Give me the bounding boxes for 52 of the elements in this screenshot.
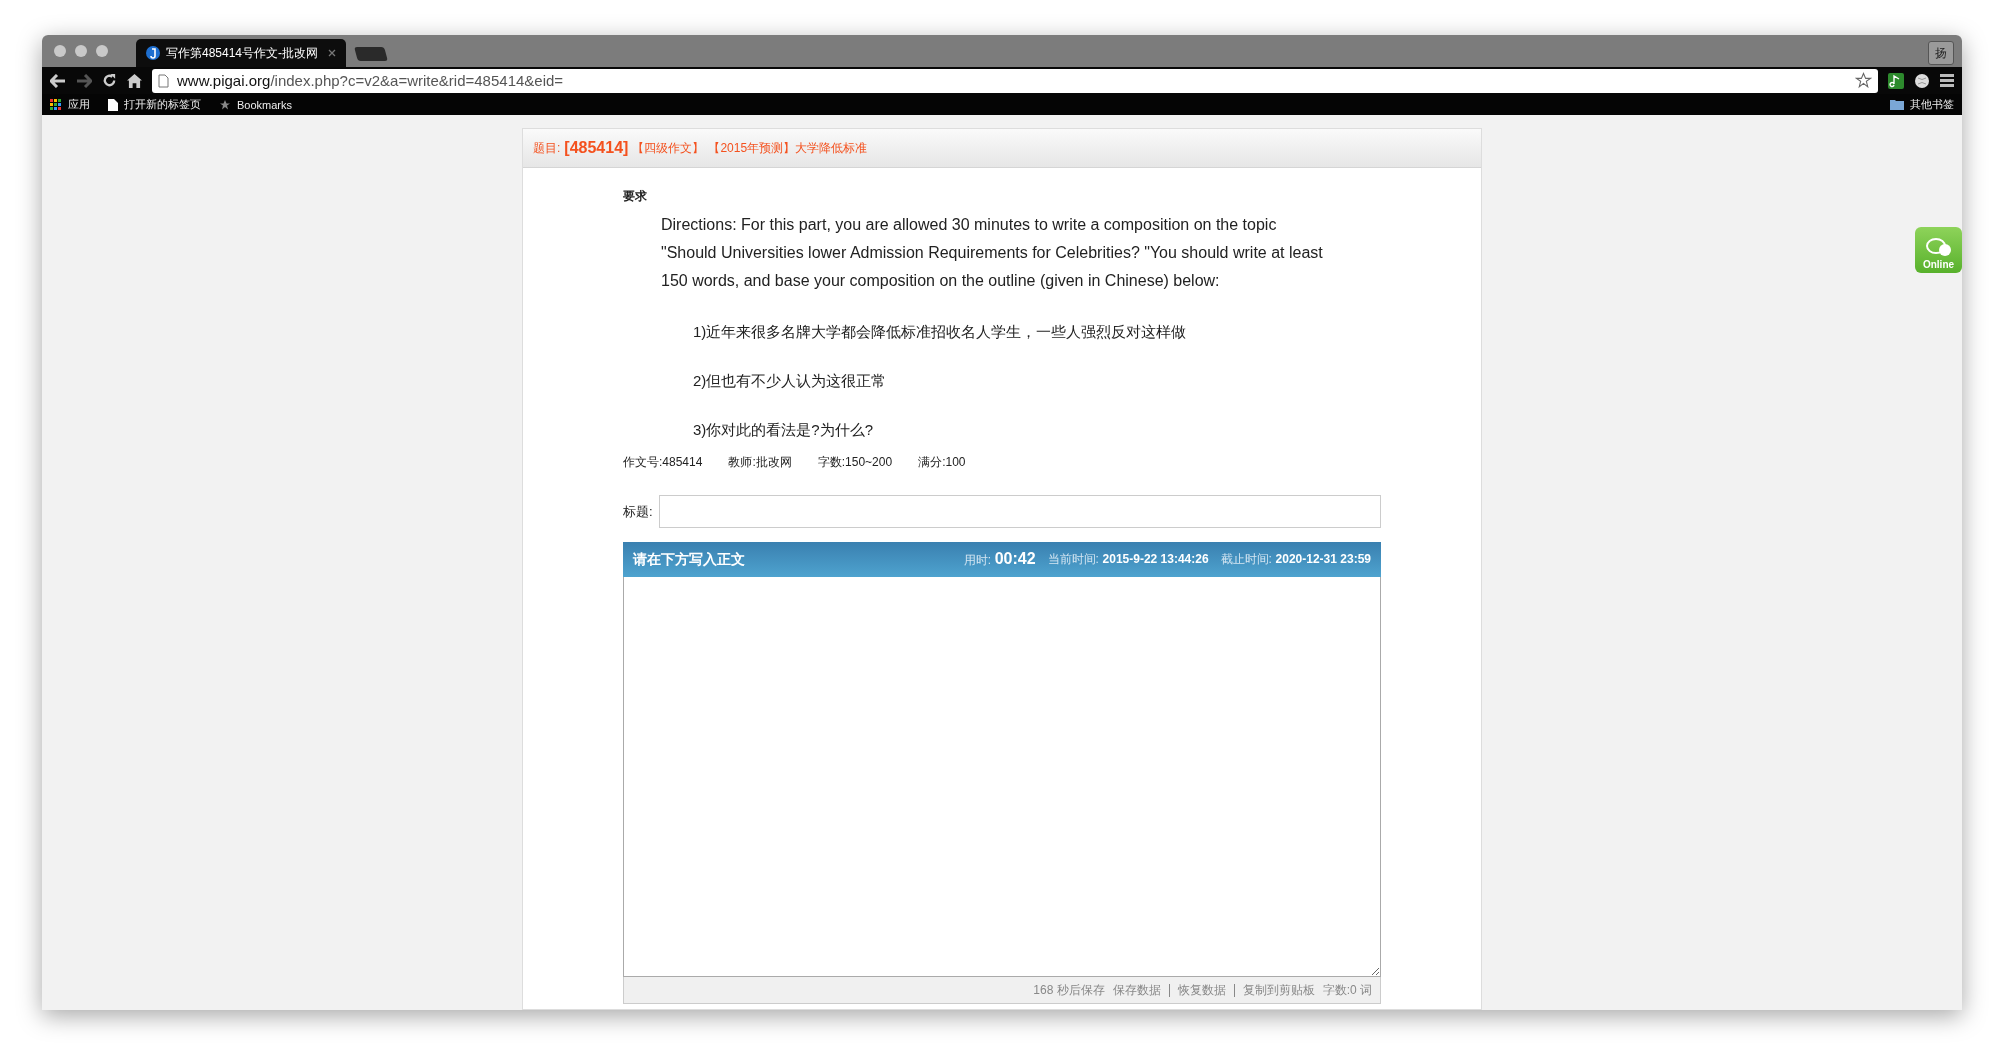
word-count: 字数:0 词 — [1322, 981, 1372, 999]
menu-icon[interactable] — [1940, 74, 1954, 88]
url-text: www.pigai.org/index.php?c=v2&a=write&rid=485414&eid= — [177, 72, 564, 90]
title-field[interactable] — [658, 495, 1381, 528]
back-icon[interactable] — [50, 73, 66, 88]
zoom-button[interactable] — [96, 45, 108, 58]
bookmark-item[interactable]: 打开新的标签页 — [108, 97, 201, 113]
input-method-button[interactable]: 扬 — [1928, 41, 1954, 65]
page-icon — [108, 98, 118, 111]
outline-item: 2)但也有不少人认为这很正常 — [693, 372, 888, 391]
current-time: 2015-9-22 13:44:26 — [1102, 552, 1209, 566]
close-tab-icon[interactable] — [328, 49, 336, 58]
current-time-label: 当前时间: — [1047, 552, 1099, 566]
star-icon — [219, 98, 231, 111]
bookmark-folder[interactable]: 其他书签 — [1890, 97, 1954, 113]
reload-icon[interactable] — [102, 73, 117, 89]
home-icon[interactable] — [127, 73, 142, 88]
editor-heading: 请在下方写入正文 — [633, 550, 745, 569]
outline-item: 1)近年来很多名牌大学都会降低标准招收名人学生，一些人强烈反对这样做 — [693, 323, 1188, 342]
topic-id: [485414] — [564, 139, 629, 157]
directions-text: Directions: For this part, you are allowed 30 minutes to write a composition on the topic "Should Universities lower Admission Requirements for Celebrities? "You should write at least 150 words, and base your composition on the outline (given in Chinese) below: — [661, 215, 1324, 291]
info-item: 教师:批改网 — [728, 454, 792, 471]
topic-tag: 【2015年预测】大学降低标准 — [708, 139, 868, 157]
folder-icon — [1890, 99, 1904, 111]
topic-tag: 【四级作文】 — [632, 139, 705, 157]
browser-tab[interactable]: 写作第485414号作文-批改网 — [136, 39, 346, 68]
info-item: 作文号:485414 — [623, 454, 703, 471]
elapsed-label: 用时: — [963, 553, 991, 567]
chat-bubbles-icon — [1924, 237, 1953, 259]
music-note-icon[interactable] — [1888, 72, 1904, 89]
new-tab-button[interactable] — [354, 47, 388, 62]
info-item: 字数:150~200 — [817, 454, 893, 471]
address-bar[interactable]: www.pigai.org/index.php?c=v2&a=write&rid=485414&eid= — [152, 68, 1878, 93]
close-button[interactable] — [54, 45, 66, 58]
page-icon — [158, 73, 169, 88]
deadline-label: 截止时间: — [1220, 552, 1272, 566]
topic-label: 题目: — [533, 139, 561, 157]
info-item: 满分:100 — [918, 454, 966, 471]
title-label: 标题: — [623, 502, 653, 521]
globe-icon[interactable] — [1914, 72, 1930, 89]
autosave-countdown: 168 秒后保存 — [1033, 981, 1105, 999]
star-icon[interactable] — [1855, 72, 1872, 90]
site-logo-icon — [146, 46, 160, 61]
bookmark-item[interactable]: Bookmarks — [219, 98, 293, 111]
bookmark-item[interactable]: 应用 — [50, 97, 90, 113]
minimize-button[interactable] — [75, 45, 87, 58]
apps-grid-icon — [50, 98, 62, 111]
requirement-label: 要求 — [623, 188, 648, 205]
deadline-time: 2020-12-31 23:59 — [1275, 552, 1371, 566]
outline-item: 3)你对此的看法是?为什么? — [693, 421, 875, 440]
forward-icon[interactable] — [76, 73, 92, 88]
elapsed-time: 00:42 — [994, 550, 1036, 567]
